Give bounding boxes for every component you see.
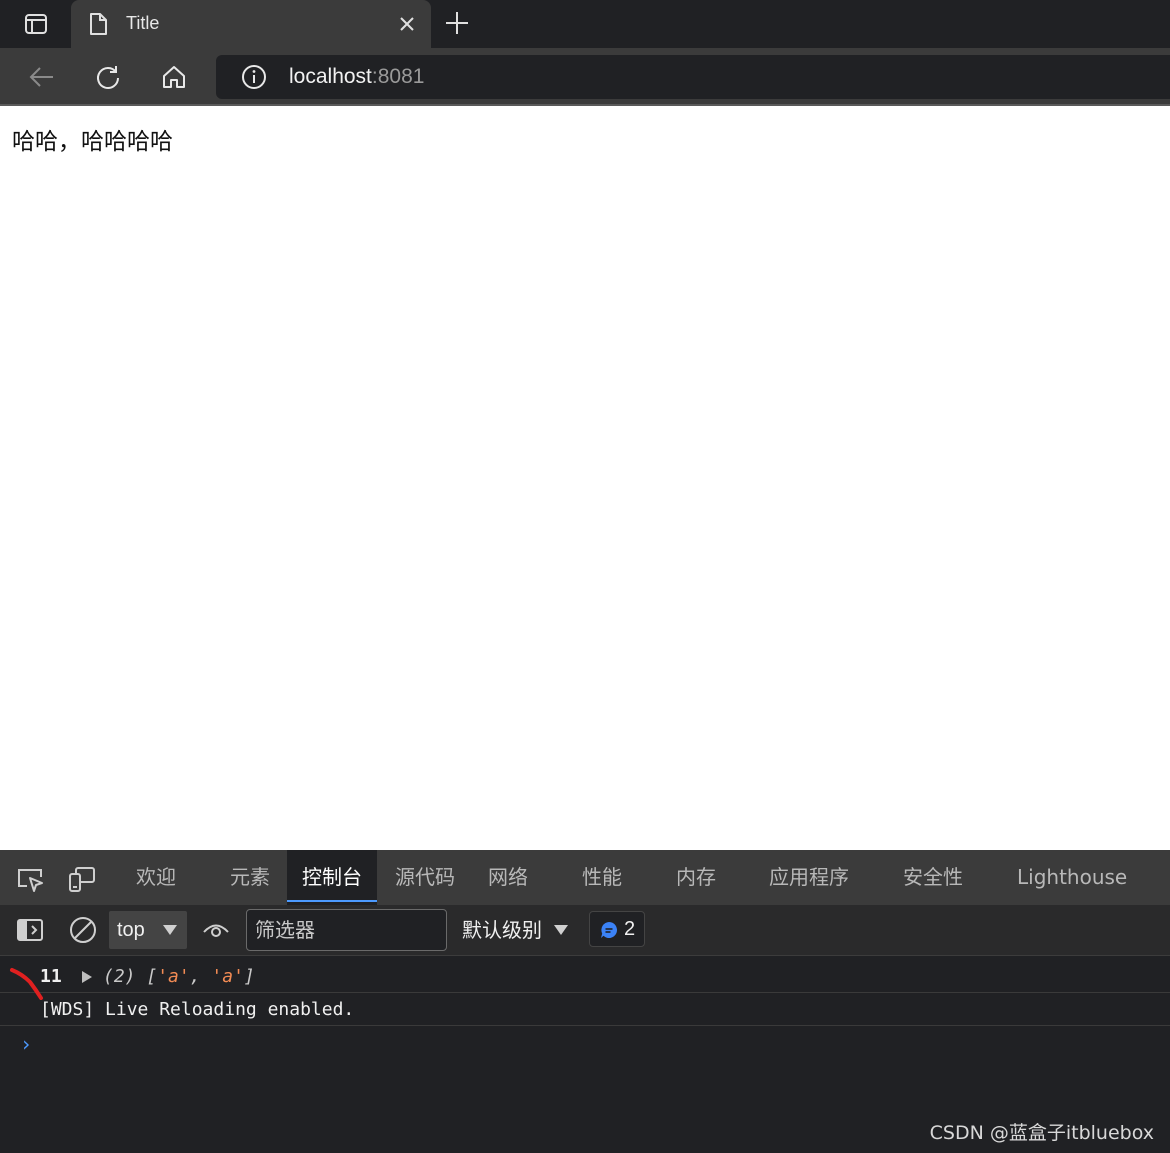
tab-security[interactable]: 安全性	[903, 850, 963, 905]
live-expression-eye-icon[interactable]	[201, 917, 231, 943]
tab-console[interactable]: 控制台	[287, 850, 377, 905]
tab-application[interactable]: 应用程序	[769, 850, 849, 905]
watermark: CSDN @蓝盒子itbluebox	[929, 1122, 1154, 1144]
page-body-text: 哈哈，哈哈哈哈	[12, 129, 173, 155]
tab-elements[interactable]: 元素	[230, 850, 270, 905]
console-toolbar: top 默认级别 2	[0, 905, 1170, 956]
log-array-preview[interactable]: (2) ['a', 'a']	[103, 966, 255, 987]
tab-welcome[interactable]: 欢迎	[136, 850, 176, 905]
devtools-panel: 欢迎 元素 控制台 源代码 网络 性能 内存 应用程序 安全性 Lighthou…	[0, 850, 1170, 1153]
sidebar-toggle-icon[interactable]	[16, 917, 44, 943]
filter-input[interactable]	[246, 909, 447, 951]
tab-actions-button[interactable]	[10, 10, 62, 38]
home-icon	[163, 66, 185, 88]
context-select[interactable]: top	[109, 911, 187, 949]
chevron-down-icon	[554, 925, 568, 935]
page-viewport: 哈哈，哈哈哈哈	[0, 106, 1170, 850]
home-button[interactable]	[158, 61, 190, 93]
new-tab-icon[interactable]	[444, 10, 470, 36]
browser-tab[interactable]: Title	[71, 0, 431, 48]
log-levels-dropdown[interactable]: 默认级别	[462, 905, 542, 956]
expand-triangle-icon[interactable]	[82, 971, 92, 983]
message-icon	[601, 922, 618, 938]
tab-network[interactable]: 网络	[488, 850, 528, 905]
inspect-element-icon[interactable]	[15, 864, 45, 894]
url-port: :8081	[371, 65, 425, 88]
reload-button[interactable]	[92, 61, 124, 93]
issues-count: 2	[624, 918, 636, 940]
issues-button[interactable]: 2	[589, 911, 645, 947]
browser-toolbar: localhost:8081	[0, 48, 1170, 106]
arrow-left-icon	[29, 67, 53, 87]
tab-lighthouse[interactable]: Lighthouse	[1017, 850, 1127, 905]
info-icon[interactable]	[241, 64, 267, 90]
context-select-label: top	[117, 919, 145, 941]
device-toolbar-icon[interactable]	[67, 864, 97, 894]
reload-icon	[97, 66, 119, 89]
array-item: 'a'	[157, 966, 190, 987]
tab-actions-icon	[25, 14, 47, 34]
url-host: localhost	[289, 65, 372, 88]
log-message: [WDS] Live Reloading enabled.	[40, 999, 355, 1020]
tab-sources[interactable]: 源代码	[395, 850, 455, 905]
document-icon	[90, 13, 107, 35]
tab-strip: Title	[0, 0, 1170, 48]
close-tab-icon[interactable]	[397, 14, 417, 34]
chevron-down-icon	[163, 925, 177, 935]
console-log-row: [WDS] Live Reloading enabled.	[0, 993, 1170, 1026]
console-prompt[interactable]: ›	[20, 1032, 32, 1056]
devtools-tabbar: 欢迎 元素 控制台 源代码 网络 性能 内存 应用程序 安全性 Lighthou…	[0, 850, 1170, 905]
log-value: 11	[40, 966, 62, 987]
back-button[interactable]	[26, 61, 58, 93]
array-item: 'a'	[211, 966, 244, 987]
console-log-row: 11 (2) ['a', 'a']	[0, 958, 1170, 1000]
url-text[interactable]: localhost:8081	[289, 65, 424, 89]
tab-memory[interactable]: 内存	[676, 850, 716, 905]
tab-performance[interactable]: 性能	[582, 850, 622, 905]
address-bar[interactable]: localhost:8081	[216, 55, 1170, 99]
array-length: (2)	[103, 966, 136, 987]
clear-console-icon[interactable]	[68, 915, 98, 945]
tab-title: Title	[126, 13, 160, 33]
